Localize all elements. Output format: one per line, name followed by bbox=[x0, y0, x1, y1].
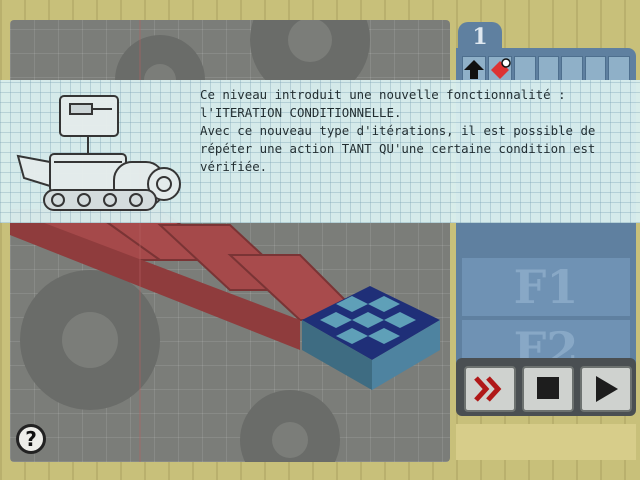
program-slot[interactable] bbox=[561, 56, 583, 82]
play-icon bbox=[596, 376, 618, 402]
fast-forward-icon bbox=[474, 376, 502, 402]
program-slot[interactable] bbox=[608, 56, 630, 82]
fast-forward-button[interactable] bbox=[464, 366, 516, 412]
stop-icon bbox=[537, 377, 559, 399]
up-arrow-icon bbox=[464, 60, 484, 79]
red-diamond-icon bbox=[491, 58, 511, 79]
help-button[interactable]: ? bbox=[16, 424, 46, 454]
program-slot[interactable] bbox=[537, 56, 560, 82]
level-intro-message[interactable]: Ce niveau introduit une nouvelle fonctio… bbox=[0, 80, 640, 223]
playback-controls bbox=[456, 358, 636, 416]
condition-marker-icon bbox=[501, 58, 511, 68]
stop-button[interactable] bbox=[522, 366, 574, 412]
program-slot[interactable] bbox=[462, 56, 486, 82]
function-f1-area[interactable]: F1 bbox=[462, 258, 630, 316]
robot-icon bbox=[16, 95, 181, 211]
message-text: Ce niveau introduit une nouvelle fonctio… bbox=[200, 87, 596, 174]
program-slot[interactable] bbox=[514, 56, 536, 82]
program-slot[interactable] bbox=[584, 56, 607, 82]
main-program-slots bbox=[462, 56, 630, 82]
program-slot[interactable] bbox=[488, 56, 512, 82]
play-button[interactable] bbox=[580, 366, 632, 412]
panel-footer bbox=[456, 424, 636, 460]
